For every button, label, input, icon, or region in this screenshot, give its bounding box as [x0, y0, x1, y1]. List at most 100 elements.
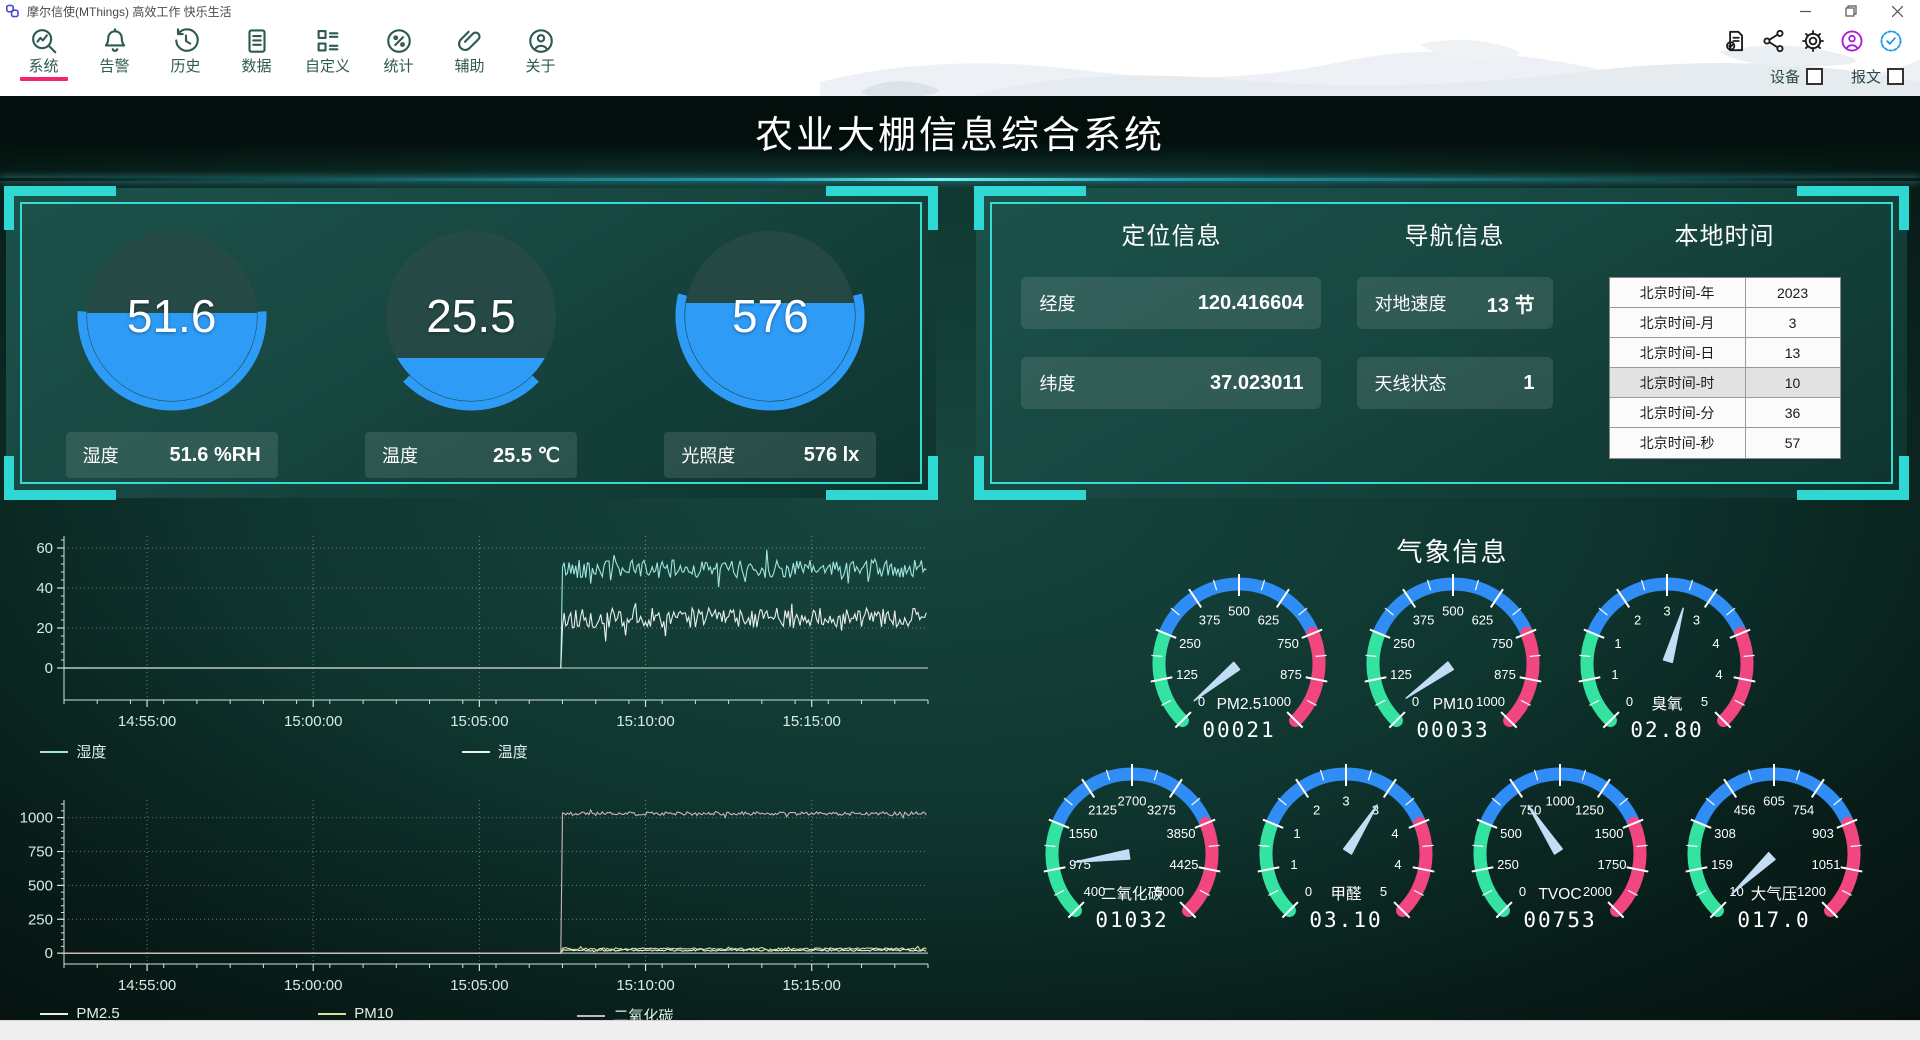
toolbar-settings-button[interactable]	[1800, 28, 1826, 54]
gauge-needle	[1406, 662, 1453, 698]
paperclip-icon	[455, 26, 485, 56]
close-button[interactable]	[1874, 0, 1920, 22]
time-table-row: 北京时间-秒 57	[1610, 428, 1840, 458]
toolbar-item-custom[interactable]: 自定义	[292, 26, 363, 81]
toolbar-item-label: 统计	[383, 58, 413, 76]
time-table-row: 北京时间-时 10	[1610, 368, 1840, 398]
gauge-name: 臭氧	[1651, 695, 1682, 713]
gauge-needle	[1194, 662, 1239, 700]
minimize-button[interactable]	[1782, 0, 1828, 22]
toolbar-right-icons	[1722, 28, 1904, 54]
svg-text:375: 375	[1412, 612, 1434, 627]
toolbar-share-button[interactable]	[1761, 28, 1787, 54]
svg-text:15:00:00: 15:00:00	[284, 977, 342, 994]
gauge-value: 576 lx	[804, 444, 860, 467]
toolbar-item-label: 关于	[525, 58, 555, 76]
legend-line-marker	[318, 1013, 346, 1015]
antenna-status-value: 1	[1523, 372, 1534, 395]
active-underline	[446, 77, 494, 81]
close-icon	[1892, 6, 1903, 17]
ground-speed-value: 13 节	[1487, 289, 1535, 318]
liquid-circle: 51.6	[87, 231, 257, 401]
svg-text:308: 308	[1714, 826, 1736, 841]
gauge-readout: 温度 25.5 ℃	[365, 432, 577, 478]
svg-text:456: 456	[1733, 802, 1755, 817]
gauge-dial: 4009751550212527003275385044255000二氧化碳01…	[1025, 758, 1239, 948]
toolbar-item-history[interactable]: 历史	[150, 26, 221, 81]
time-row-label: 北京时间-分	[1610, 398, 1746, 427]
message-checkbox[interactable]	[1887, 68, 1904, 85]
toolbar-item-alarm[interactable]: 告警	[79, 26, 150, 81]
user-circle-icon	[1839, 28, 1865, 54]
chart-plot: 020406014:55:0015:00:0015:05:0015:10:001…	[8, 528, 934, 734]
svg-text:1550: 1550	[1068, 826, 1097, 841]
svg-text:60: 60	[36, 540, 53, 557]
gauge-name: 二氧化碳	[1100, 885, 1163, 903]
toolbar-item-stats[interactable]: 统计	[363, 26, 434, 81]
svg-text:0: 0	[45, 945, 53, 962]
svg-text:1: 1	[1293, 826, 1300, 841]
svg-text:2000: 2000	[1583, 884, 1612, 899]
gauge-name: PM10	[1432, 696, 1473, 713]
chart-search-icon	[29, 26, 59, 56]
toolbar-item-label: 数据	[241, 58, 271, 76]
toolbar-item-about[interactable]: 关于	[505, 26, 576, 81]
doc-check-icon	[1722, 28, 1748, 54]
svg-text:4: 4	[1394, 857, 1401, 872]
svg-text:3: 3	[1692, 612, 1699, 627]
toolbar-verified-button[interactable]	[1878, 28, 1904, 54]
gear-icon	[1800, 28, 1826, 54]
active-underline	[517, 77, 565, 81]
maximize-button[interactable]	[1828, 0, 1874, 22]
toolbar-item-label: 历史	[170, 58, 200, 76]
active-underline	[304, 77, 352, 81]
weather-gauge-二氧化碳: 4009751550212527003275385044255000二氧化碳01…	[1025, 758, 1239, 948]
longitude-value: 120.416604	[1198, 292, 1304, 315]
time-row-label: 北京时间-时	[1610, 368, 1746, 397]
chart-legend: 湿度 温度	[8, 741, 934, 767]
legend-line-marker	[462, 751, 490, 753]
svg-text:15:15:00: 15:15:00	[782, 713, 840, 730]
svg-text:40: 40	[36, 580, 53, 597]
time-row-label: 北京时间-月	[1610, 308, 1746, 337]
toolbar-item-assist[interactable]: 辅助	[434, 26, 505, 81]
gauge-digital-value: 00753	[1523, 908, 1596, 932]
toolbar-item-system[interactable]: 系统	[8, 26, 79, 81]
legend-line-marker	[40, 751, 68, 753]
svg-text:15:00:00: 15:00:00	[284, 713, 342, 730]
title-divider	[0, 178, 1920, 181]
gauge-row: 01252503755006257508751000PM2.5000210125…	[995, 568, 1910, 758]
dashboard: 农业大棚信息综合系统 51.6 湿度 51.6 %RH	[0, 96, 1920, 1020]
svg-text:1500: 1500	[1594, 826, 1623, 841]
svg-text:5: 5	[1700, 694, 1707, 709]
svg-text:625: 625	[1471, 612, 1493, 627]
toolbar-report-button[interactable]	[1722, 28, 1748, 54]
svg-text:0: 0	[45, 660, 53, 677]
toolbar-item-data[interactable]: 数据	[221, 26, 292, 81]
user-icon	[526, 26, 556, 56]
svg-text:1000: 1000	[20, 810, 53, 827]
gauge-row: 4009751550212527003275385044255000二氧化碳01…	[995, 758, 1910, 948]
svg-text:250: 250	[28, 911, 53, 928]
latitude-label: 纬度	[1039, 370, 1075, 396]
svg-text:4: 4	[1712, 636, 1719, 651]
window-title: 摩尔信使(MThings) 高效工作 快乐生活	[27, 3, 232, 20]
status-bar	[0, 1020, 1920, 1040]
svg-text:3: 3	[1663, 604, 1670, 619]
svg-text:500: 500	[1442, 604, 1464, 619]
latitude-value: 37.023011	[1210, 372, 1303, 395]
time-row-label: 北京时间-年	[1610, 278, 1746, 307]
device-checkbox[interactable]	[1806, 68, 1823, 85]
time-table-row: 北京时间-日 13	[1610, 338, 1840, 368]
svg-text:0: 0	[1304, 884, 1311, 899]
time-row-value: 57	[1746, 428, 1840, 458]
svg-text:5: 5	[1379, 884, 1386, 899]
toolbar-account-button[interactable]	[1839, 28, 1865, 54]
toolbar-item-label: 自定义	[305, 58, 350, 76]
svg-text:1051: 1051	[1811, 857, 1840, 872]
gauge-name: TVOC	[1538, 886, 1581, 903]
gauge-name: PM2.5	[1216, 696, 1261, 713]
svg-text:750: 750	[28, 844, 53, 861]
svg-text:4425: 4425	[1169, 857, 1198, 872]
gauge-label: 温度	[382, 442, 418, 468]
